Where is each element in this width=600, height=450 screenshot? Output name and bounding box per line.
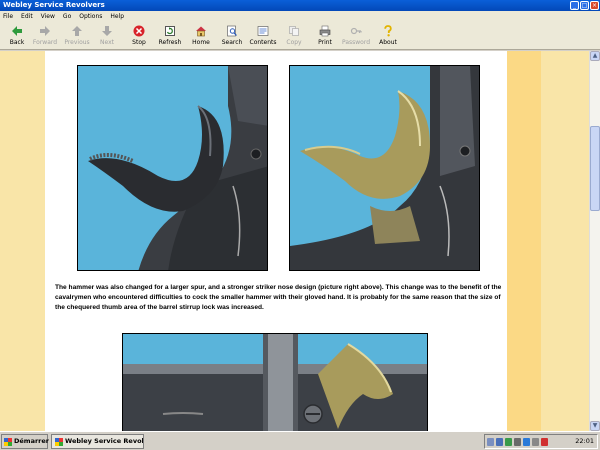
stirrup-lock-photo	[122, 333, 428, 431]
forward-arrow-icon	[40, 26, 50, 36]
copy-button[interactable]: Copy	[277, 24, 311, 49]
stop-button[interactable]: Stop	[122, 24, 156, 49]
tray-shield-icon[interactable]	[505, 438, 512, 446]
search-icon	[227, 25, 237, 37]
tray-network-icon[interactable]	[496, 438, 503, 446]
tray-info-icon[interactable]	[523, 438, 530, 446]
menu-help[interactable]: Help	[110, 13, 124, 20]
tray-device-icon[interactable]	[514, 438, 521, 446]
clock[interactable]: 22:01	[575, 435, 594, 448]
toolbar: Back Forward Previous Next Stop Refresh …	[0, 22, 600, 50]
start-button[interactable]: Démarrer	[1, 434, 49, 449]
menu-bar: File Edit View Go Options Help	[0, 11, 600, 22]
menu-options[interactable]: Options	[79, 13, 102, 20]
right-margin-stripe	[507, 51, 541, 431]
back-arrow-icon	[12, 26, 22, 36]
menu-view[interactable]: View	[41, 13, 55, 20]
print-button[interactable]: Print	[308, 24, 342, 49]
taskbar-item-webley[interactable]: Webley Service Revol...	[51, 434, 144, 449]
next-button[interactable]: Next	[90, 24, 124, 49]
windows-logo-icon	[4, 438, 12, 446]
about-button[interactable]: About	[371, 24, 405, 49]
menu-file[interactable]: File	[3, 13, 13, 20]
menu-go[interactable]: Go	[63, 13, 71, 20]
previous-button[interactable]: Previous	[60, 24, 94, 49]
tray-alert-icon[interactable]	[541, 438, 548, 446]
stop-icon	[133, 25, 145, 37]
up-arrow-icon	[72, 26, 82, 36]
tray-volume-icon[interactable]	[532, 438, 539, 446]
window-title-bar[interactable]: Webley Service Revolvers _ □ ×	[0, 0, 600, 11]
window-title: Webley Service Revolvers	[3, 1, 105, 9]
home-icon	[196, 26, 206, 37]
password-icon	[350, 27, 362, 35]
hammer-photo-left	[77, 65, 268, 271]
scroll-down-button[interactable]: ▼	[590, 421, 600, 431]
refresh-button[interactable]: Refresh	[153, 24, 187, 49]
tray-language-icon[interactable]	[487, 438, 494, 446]
minimize-button[interactable]: _	[570, 1, 579, 10]
hammer-photo-right	[289, 65, 480, 271]
refresh-icon	[165, 26, 175, 36]
vertical-scrollbar[interactable]: ▲ ▼	[589, 51, 600, 431]
about-icon	[384, 25, 392, 37]
maximize-button[interactable]: □	[580, 1, 589, 10]
scroll-up-button[interactable]: ▲	[590, 51, 600, 61]
password-button[interactable]: Password	[339, 24, 373, 49]
print-icon	[319, 25, 331, 37]
app-icon	[55, 438, 63, 446]
scroll-thumb[interactable]	[590, 126, 600, 211]
contents-button[interactable]: Contents	[246, 24, 280, 49]
down-arrow-icon	[102, 26, 112, 36]
contents-icon	[257, 26, 269, 36]
menu-edit[interactable]: Edit	[21, 13, 33, 20]
forward-button[interactable]: Forward	[28, 24, 62, 49]
search-button[interactable]: Search	[215, 24, 249, 49]
system-tray: 22:01	[484, 434, 598, 449]
copy-icon	[289, 26, 299, 36]
home-button[interactable]: Home	[184, 24, 218, 49]
close-button[interactable]: ×	[590, 1, 599, 10]
body-paragraph: The hammer was also changed for a larger…	[55, 284, 502, 311]
taskbar: Démarrer Webley Service Revol... 22:01	[0, 431, 600, 450]
document-view[interactable]	[0, 51, 589, 431]
